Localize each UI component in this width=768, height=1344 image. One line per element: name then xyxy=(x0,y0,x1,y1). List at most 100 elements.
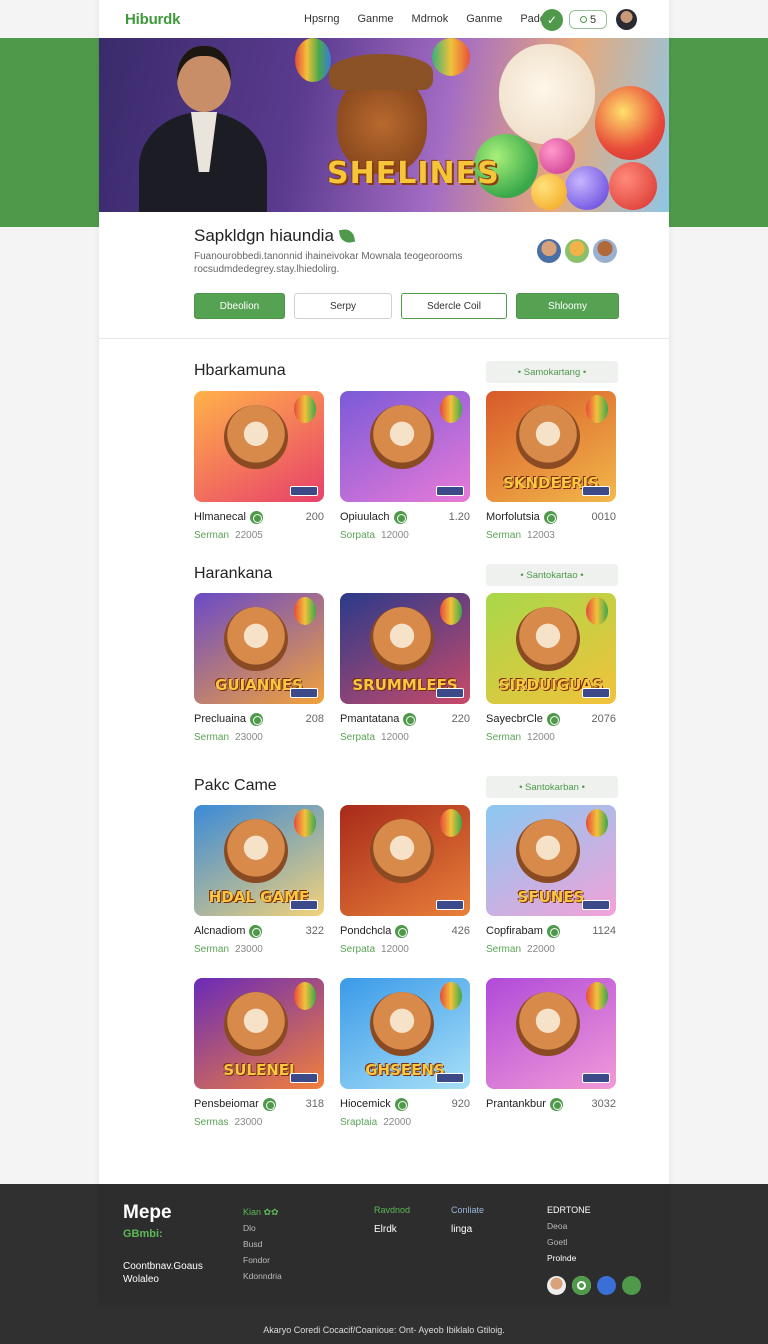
game-thumbnail[interactable] xyxy=(194,391,324,502)
game-name[interactable]: Precluaina xyxy=(194,713,246,725)
game-name[interactable]: Pensbeiomar xyxy=(194,1098,259,1110)
game-thumbnail[interactable]: HDAL GAME xyxy=(194,805,324,916)
game-thumbnail[interactable] xyxy=(486,978,616,1089)
action-button-4[interactable]: Shloomy xyxy=(516,293,619,319)
game-card[interactable]: Opiuulach 1.20 Sorpata 12000 xyxy=(340,391,470,541)
check-icon[interactable]: ✓ xyxy=(541,9,563,31)
card-meta: Hiocemick 920 xyxy=(340,1097,470,1111)
footer-link[interactable]: Fondor xyxy=(243,1252,282,1268)
stat-value: 23000 xyxy=(235,732,263,743)
game-thumbnail[interactable]: GHSEENS xyxy=(340,978,470,1089)
game-name[interactable]: Copfirabam xyxy=(486,925,543,937)
game-card[interactable]: SRUMMLEES Pmantatana 220 Serpata 12000 xyxy=(340,593,470,743)
nav-item-3[interactable]: Mdrnok xyxy=(412,13,449,25)
game-name[interactable]: Morfolutsia xyxy=(486,511,540,523)
game-name[interactable]: Prantankbur xyxy=(486,1098,546,1110)
player-avatars xyxy=(537,239,617,263)
nav-item-4[interactable]: Ganme xyxy=(466,13,502,25)
section-title-2: Harankana xyxy=(194,565,273,582)
game-score: 220 xyxy=(451,713,470,725)
action-button-1[interactable]: Dbeolion xyxy=(194,293,285,319)
balloon-icon xyxy=(432,38,470,76)
game-card[interactable]: SIRDUIGUAS SayecbrCle 2076 Serman 12000 xyxy=(486,593,616,743)
card-meta: Morfolutsia 0010 xyxy=(486,510,616,524)
footer-link[interactable]: Prolnde xyxy=(547,1250,591,1266)
hero-banner[interactable]: SHELINES xyxy=(99,38,669,212)
card-meta: Pondchcla 426 xyxy=(340,924,470,938)
social-icon[interactable] xyxy=(597,1276,616,1295)
avatar[interactable] xyxy=(593,239,617,263)
game-name[interactable]: Hiocemick xyxy=(340,1098,391,1110)
game-name[interactable]: Pondchcla xyxy=(340,925,391,937)
stat-label: Serman xyxy=(486,530,522,541)
footer-link[interactable]: Busd xyxy=(243,1236,282,1252)
game-score: 318 xyxy=(305,1098,324,1110)
see-all-button-2[interactable]: • Santokartao • xyxy=(486,564,618,586)
card-sub: Serman 12000 xyxy=(486,732,616,743)
notification-pill[interactable]: 5 xyxy=(569,10,607,29)
profile-icon[interactable] xyxy=(547,1276,566,1295)
section-title-3: Pakc Came xyxy=(194,777,277,794)
circle-icon[interactable] xyxy=(572,1276,591,1295)
game-card[interactable]: Prantankbur 3032 xyxy=(486,978,616,1128)
game-thumbnail[interactable]: SRUMMLEES xyxy=(340,593,470,704)
share-icon[interactable] xyxy=(622,1276,641,1295)
thumbnail-tag xyxy=(290,486,318,496)
footer-link[interactable]: linga xyxy=(451,1222,484,1238)
action-button-3[interactable]: Sdercle Coil xyxy=(401,293,507,319)
see-all-button-1[interactable]: • Samokartang • xyxy=(486,361,618,383)
action-button-2[interactable]: Serpy xyxy=(294,293,392,319)
game-thumbnail[interactable]: GUIANNES xyxy=(194,593,324,704)
game-card[interactable]: GHSEENS Hiocemick 920 Sraptaia 22000 xyxy=(340,978,470,1128)
footer-link[interactable]: Goetl xyxy=(547,1234,591,1250)
game-thumbnail[interactable] xyxy=(340,805,470,916)
game-card[interactable]: Pondchcla 426 Serpata 12000 xyxy=(340,805,470,955)
game-thumbnail[interactable]: SIRDUIGUAS xyxy=(486,593,616,704)
thumbnail-tag xyxy=(582,486,610,496)
see-all-button-3[interactable]: • Santokarban • xyxy=(486,776,618,798)
balloon-icon xyxy=(295,38,331,82)
leaf-icon xyxy=(338,227,356,245)
game-card[interactable]: GUIANNES Precluaina 208 Serman 23000 xyxy=(194,593,324,743)
stat-value: 22000 xyxy=(383,1117,412,1128)
game-card[interactable]: Hlmanecal 200 Serman 22005 xyxy=(194,391,324,541)
game-card[interactable]: SULENEI Pensbeiomar 318 Sermas 23000 xyxy=(194,978,324,1128)
game-card[interactable]: SKNDEERIS Morfolutsia 0010 Serman 12003 xyxy=(486,391,616,541)
avatar[interactable] xyxy=(537,239,561,263)
social-links xyxy=(547,1276,641,1295)
game-name[interactable]: Alcnadiom xyxy=(194,925,245,937)
footer-column-heading: Kian ✿✿ xyxy=(243,1207,279,1217)
game-card[interactable]: HDAL GAME Alcnadiom 322 Serman 23000 xyxy=(194,805,324,955)
game-thumbnail[interactable]: SFUNES xyxy=(486,805,616,916)
game-card[interactable]: SFUNES Copfirabam 1124 Serman 22000 xyxy=(486,805,616,955)
nav-item-2[interactable]: Ganme xyxy=(357,13,393,25)
nav-item-1[interactable]: Hpsrng xyxy=(304,13,339,25)
stat-value: 12003 xyxy=(527,530,555,541)
stat-value: 12000 xyxy=(381,530,409,541)
verified-icon xyxy=(249,712,263,726)
character-image xyxy=(516,992,580,1056)
game-name[interactable]: Opiuulach xyxy=(340,511,390,523)
game-name[interactable]: Hlmanecal xyxy=(194,511,246,523)
stat-value: 22000 xyxy=(527,944,555,955)
ring-icon xyxy=(579,16,587,23)
game-thumbnail[interactable]: SKNDEERIS xyxy=(486,391,616,502)
site-logo[interactable]: Hiburdk xyxy=(125,11,180,28)
avatar[interactable] xyxy=(565,239,589,263)
card-meta: Pmantatana 220 xyxy=(340,712,470,726)
footer-column-3: Conliate linga xyxy=(451,1202,484,1238)
footer-link[interactable]: Elrdk xyxy=(374,1222,410,1238)
card-meta: Precluaina 208 xyxy=(194,712,324,726)
card-sub: Sermas 23000 xyxy=(194,1117,324,1128)
stat-value: 12000 xyxy=(381,944,409,955)
game-name[interactable]: Pmantatana xyxy=(340,713,399,725)
card-sub: Serman 23000 xyxy=(194,732,324,743)
thumbnail-tag xyxy=(436,688,464,698)
game-thumbnail[interactable]: SULENEI xyxy=(194,978,324,1089)
footer-link[interactable]: Deoa xyxy=(547,1218,591,1234)
footer-link[interactable]: Kdonndria xyxy=(243,1268,282,1284)
user-avatar[interactable] xyxy=(616,9,637,30)
game-name[interactable]: SayecbrCle xyxy=(486,713,543,725)
game-thumbnail[interactable] xyxy=(340,391,470,502)
footer-link[interactable]: Dlo xyxy=(243,1220,282,1236)
